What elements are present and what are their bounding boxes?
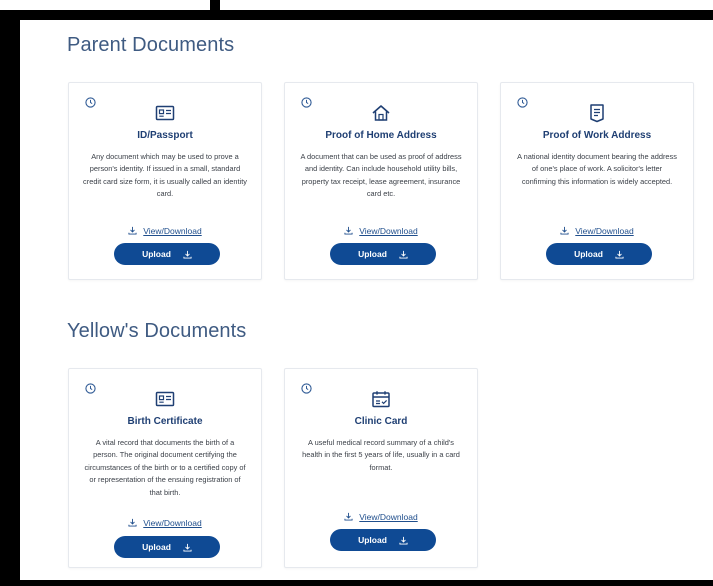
upload-button[interactable]: Upload — [114, 243, 220, 265]
document-card-proof-of-home-address: Proof of Home Address A document that ca… — [284, 82, 478, 280]
section-title-yellows-documents: Yellow's Documents — [67, 320, 247, 342]
clock-icon — [301, 97, 312, 108]
view-download-label: View/Download — [575, 226, 634, 236]
frame-top — [0, 10, 713, 20]
view-download-label: View/Download — [359, 512, 418, 522]
upload-icon — [183, 543, 192, 552]
upload-button[interactable]: Upload — [114, 536, 220, 558]
card-title: ID/Passport — [137, 130, 193, 141]
download-icon — [344, 226, 353, 235]
upload-button[interactable]: Upload — [330, 243, 436, 265]
documents-page: Parent Documents ID/Passport Any documen… — [20, 20, 713, 580]
clock-icon — [517, 97, 528, 108]
card-title: Clinic Card — [354, 416, 408, 427]
id-card-icon — [155, 105, 175, 121]
upload-button[interactable]: Upload — [330, 529, 436, 551]
document-card-id-passport: ID/Passport Any document which may be us… — [68, 82, 262, 280]
download-icon — [128, 518, 137, 527]
id-card-icon — [155, 391, 175, 407]
upload-label: Upload — [358, 249, 387, 259]
clock-icon — [85, 97, 96, 108]
card-description: A vital record that documents the birth … — [84, 438, 246, 497]
view-download-link[interactable]: View/Download — [285, 226, 477, 236]
upload-button[interactable]: Upload — [546, 243, 652, 265]
upload-icon — [399, 250, 408, 259]
frame-left — [0, 10, 20, 586]
card-title: Proof of Home Address — [325, 130, 437, 141]
card-title: Proof of Work Address — [542, 130, 652, 141]
view-download-link[interactable]: View/Download — [69, 518, 261, 528]
document-card-birth-certificate: Birth Certificate A vital record that do… — [68, 368, 262, 568]
view-download-label: View/Download — [359, 226, 418, 236]
clock-icon — [85, 383, 96, 394]
download-icon — [344, 512, 353, 521]
document-icon — [590, 104, 604, 123]
upload-label: Upload — [142, 542, 171, 552]
upload-label: Upload — [574, 249, 603, 259]
view-download-link[interactable]: View/Download — [285, 512, 477, 522]
calendar-check-icon — [372, 391, 390, 408]
download-icon — [560, 226, 569, 235]
view-download-link[interactable]: View/Download — [501, 226, 693, 236]
document-card-proof-of-work-address: Proof of Work Address A national identit… — [500, 82, 694, 280]
upload-icon — [615, 250, 624, 259]
clock-icon — [301, 383, 312, 394]
card-description: A document that can be used as proof of … — [300, 152, 462, 199]
upload-label: Upload — [358, 535, 387, 545]
card-description: A useful medical record summary of a chi… — [302, 438, 460, 472]
view-download-label: View/Download — [143, 226, 202, 236]
card-description: Any document which may be used to prove … — [83, 152, 247, 199]
view-download-label: View/Download — [143, 518, 202, 528]
view-download-link[interactable]: View/Download — [69, 226, 261, 236]
document-card-clinic-card: Clinic Card A useful medical record summ… — [284, 368, 478, 568]
frame-bottom — [0, 580, 713, 586]
home-icon — [372, 105, 390, 121]
card-description: A national identity document bearing the… — [517, 152, 677, 186]
card-title: Birth Certificate — [127, 416, 203, 427]
section-title-parent-documents: Parent Documents — [67, 34, 235, 56]
upload-icon — [183, 250, 192, 259]
upload-label: Upload — [142, 249, 171, 259]
upload-icon — [399, 536, 408, 545]
download-icon — [128, 226, 137, 235]
